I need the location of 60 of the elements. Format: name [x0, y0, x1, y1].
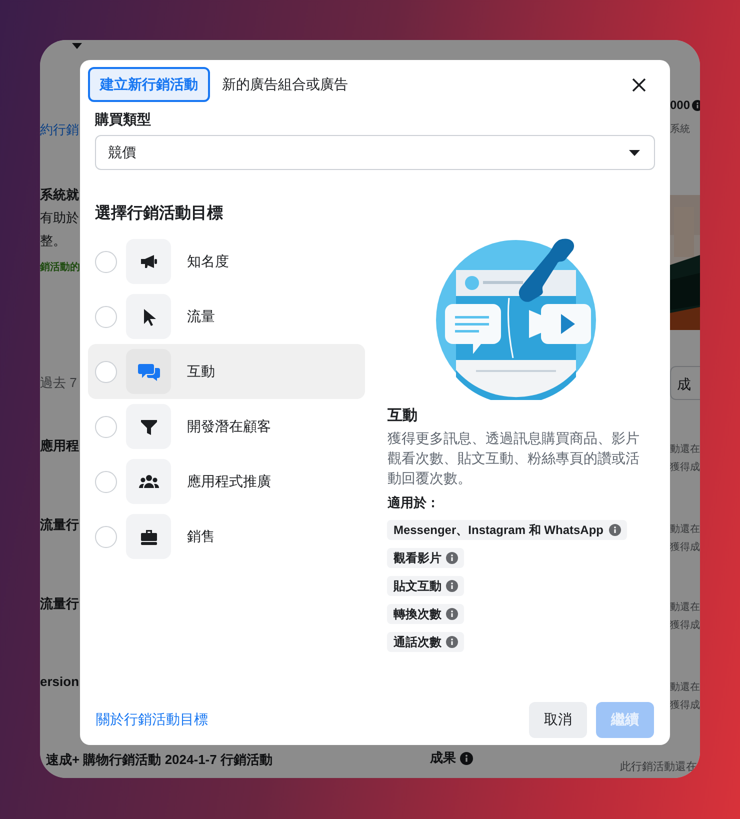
- info-icon: [446, 552, 458, 564]
- about-objectives-link[interactable]: 關於行銷活動目標: [96, 711, 208, 729]
- chat-bubbles-icon: [138, 362, 160, 382]
- background-text: 流量行: [40, 595, 79, 613]
- background-text: 獲得成: [670, 460, 700, 475]
- background-text: ersion: [40, 673, 80, 691]
- objective-option[interactable]: 知名度: [88, 234, 366, 289]
- background-text: 獲得成: [670, 698, 700, 713]
- cancel-button[interactable]: 取消: [529, 702, 587, 738]
- placement-chip: 貼文互動: [387, 576, 464, 596]
- background-text: 系統: [670, 122, 691, 137]
- radio-button[interactable]: [95, 250, 117, 272]
- objective-option[interactable]: 銷售: [88, 509, 366, 564]
- info-icon: [460, 752, 473, 764]
- background-text: 000: [670, 97, 690, 114]
- radio-button[interactable]: [95, 526, 117, 548]
- objective-option[interactable]: 互動: [88, 344, 366, 399]
- background-text: 系統就: [40, 186, 79, 204]
- campaign-name: 速成+ 購物行銷活動 2024-1-7 行銷活動: [46, 751, 274, 769]
- placement-chip: Messenger、Instagram 和 WhatsApp: [387, 520, 626, 540]
- background-text: 應用程: [40, 437, 79, 455]
- background-text: 過去 7: [40, 374, 77, 392]
- objective-title: 互動: [387, 406, 418, 425]
- background-text: 動還在: [670, 443, 700, 457]
- background-text: 動還在: [670, 681, 700, 695]
- info-icon: [446, 636, 458, 648]
- objective-option[interactable]: 開發潛在顧客: [88, 399, 366, 454]
- placement-chip: 觀看影片: [387, 548, 464, 568]
- radio-button[interactable]: [95, 360, 117, 382]
- background-text: 整。: [40, 232, 66, 250]
- tab[interactable]: 新的廣告組合或廣告: [212, 67, 358, 102]
- info-icon: [446, 580, 458, 592]
- placement-chip: 通話次數: [387, 632, 464, 652]
- section-heading: 選擇行銷活動目標: [95, 204, 224, 223]
- background-text: 獲得成: [670, 618, 700, 633]
- buying-type-dropdown[interactable]: 競價: [95, 135, 655, 170]
- objective-option[interactable]: 應用程式推廣: [88, 454, 366, 509]
- background-text: 流量行: [40, 516, 79, 534]
- info-icon: [608, 524, 620, 536]
- background-text: 約行銷: [40, 121, 79, 139]
- tab[interactable]: 建立新行銷活動: [88, 67, 210, 102]
- column-header: 成果: [430, 749, 456, 767]
- placement-chip: 轉換次數: [387, 604, 464, 624]
- close-icon: [632, 78, 646, 92]
- background-text: 有助於: [40, 209, 79, 227]
- background-text: 獲得成: [670, 540, 700, 555]
- background-text: 動還在: [670, 601, 700, 615]
- radio-button[interactable]: [95, 470, 117, 492]
- objective-option[interactable]: 流量: [88, 289, 366, 344]
- radio-button[interactable]: [95, 306, 117, 328]
- background-text: 銷活動的: [40, 260, 80, 275]
- info-icon: [446, 608, 458, 620]
- caret-icon: [629, 150, 640, 156]
- caret-icon: [72, 43, 82, 49]
- close-button[interactable]: [630, 76, 648, 94]
- applies-to-label: 適用於：: [387, 494, 440, 512]
- background-text: 動還在: [670, 523, 700, 537]
- radio-button[interactable]: [95, 416, 117, 438]
- field-label: 購買類型: [95, 111, 152, 129]
- objective-description: 獲得更多訊息、透過訊息購買商品、影片觀看次數、貼文互動、粉絲專頁的讚或活動回覆次數。: [387, 429, 640, 488]
